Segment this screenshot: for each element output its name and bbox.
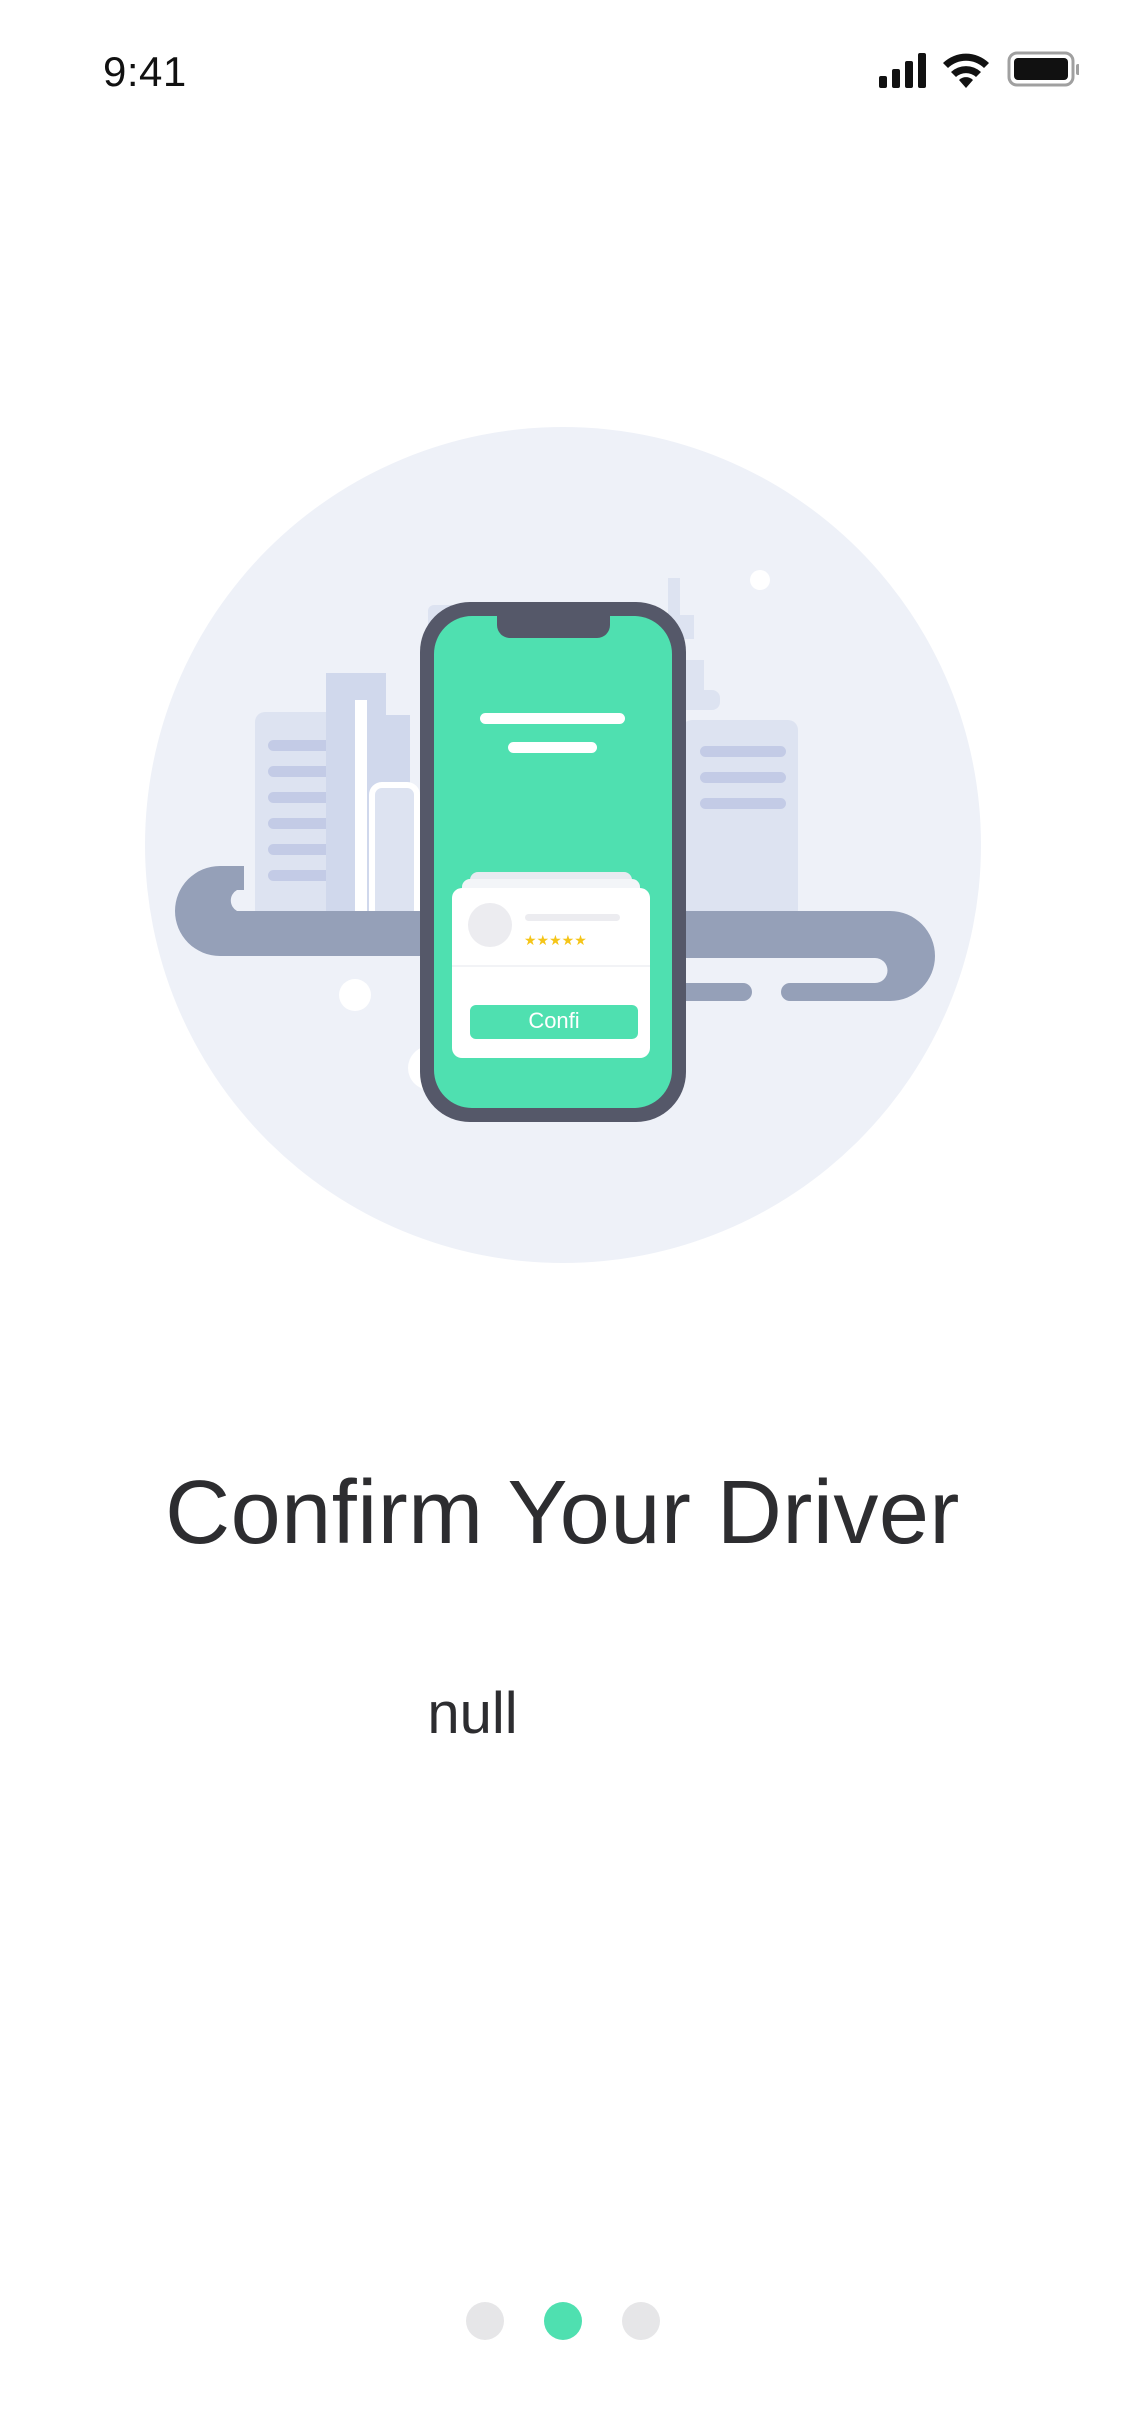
phone-illustration: ★★★★★ Confi bbox=[420, 602, 686, 1122]
rating-stars: ★★★★★ bbox=[524, 933, 587, 949]
page-dot-3[interactable] bbox=[621, 2302, 660, 2340]
onboarding-title: Confirm Your Driver bbox=[165, 1463, 960, 1563]
svg-text:★★★★★: ★★★★★ bbox=[524, 933, 587, 949]
page-dot-2-active[interactable] bbox=[543, 2302, 582, 2340]
onboarding-illustration: ★★★★★ Confi bbox=[145, 427, 981, 1263]
building-right bbox=[682, 720, 798, 920]
phone-notch bbox=[497, 614, 610, 638]
onboarding-description: null bbox=[427, 1681, 518, 1746]
phone-confirm-label: Confi bbox=[528, 1008, 579, 1033]
driver-card: ★★★★★ Confi bbox=[452, 872, 650, 1058]
page-dot-1[interactable] bbox=[465, 2302, 504, 2340]
decor-dot bbox=[750, 570, 770, 590]
driver-avatar bbox=[468, 903, 512, 947]
decor-dot bbox=[339, 979, 371, 1011]
page-indicator bbox=[0, 2302, 1125, 2342]
